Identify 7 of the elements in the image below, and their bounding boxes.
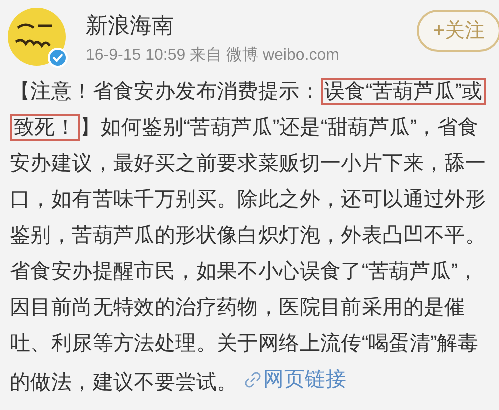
account-name[interactable]: 新浪海南: [86, 12, 340, 40]
avatar-icon: [8, 8, 66, 66]
post-text: 【注意！省食安办发布消费提示： 误食“苦葫芦瓜”或致死！ 】如何鉴别“苦葫芦瓜”还是“甜葫芦瓜”，省食安办建议，最好买之前要求菜贩切一小片下来，舔一口，如有苦味千万别买。除此之外，还可以通过外形鉴别，苦葫芦瓜的形状像白炽灯泡，外表凸凹不平。省食安办提醒市民，如果不小心误食了“苦葫芦瓜”，因目前尚无特效的治疗药物，医院目前采用的是催吐、利尿等方法处理。关于网络上流传“喝蛋清”解毒的做法，建议不要尝试。 网页链接: [10, 74, 496, 401]
post-meta: 16-9-15 10:59 来自 微博 weibo.com: [86, 46, 340, 66]
web-link[interactable]: 网页链接: [244, 362, 347, 398]
follow-button[interactable]: +关注: [417, 10, 499, 52]
link-icon: [244, 371, 262, 389]
